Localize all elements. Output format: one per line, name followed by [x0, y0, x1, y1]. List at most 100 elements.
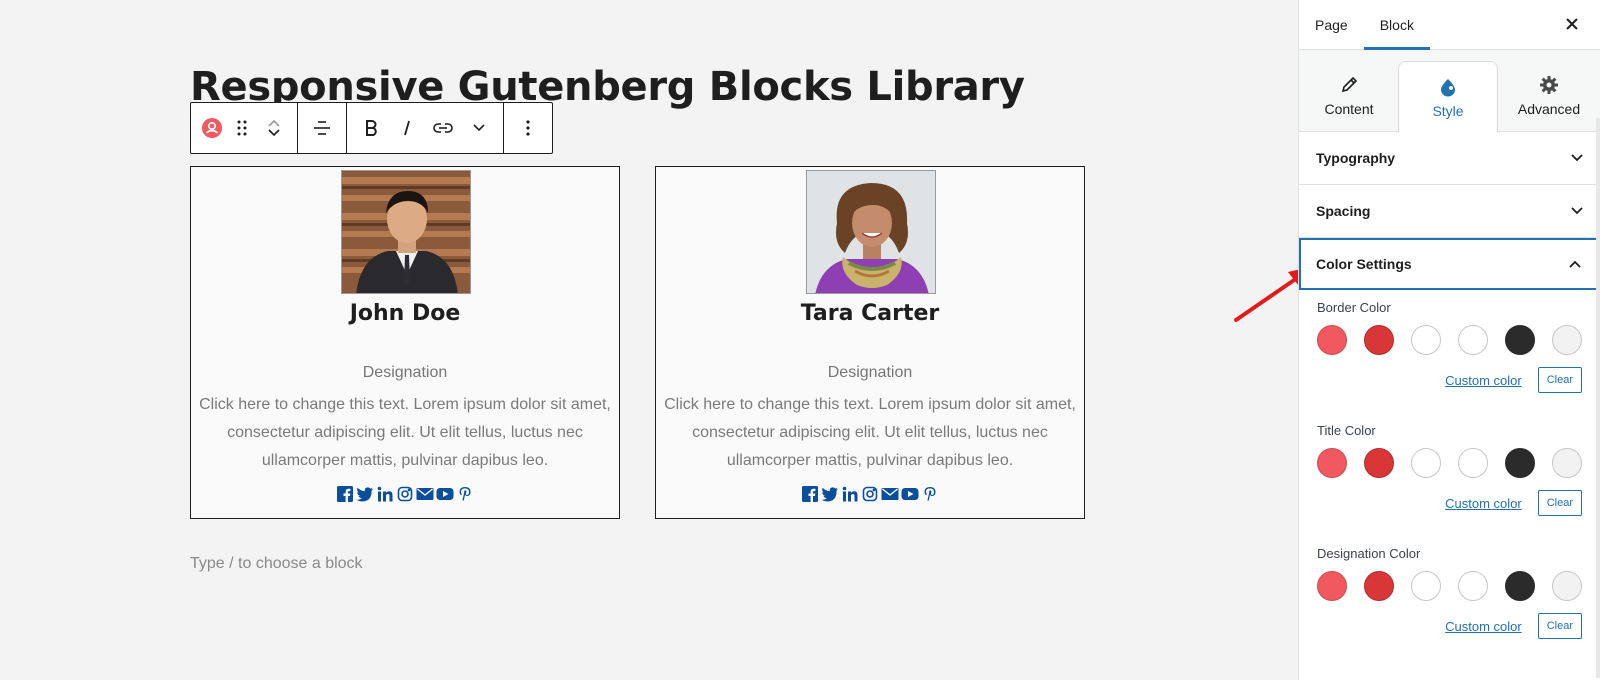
color-palette: [1317, 566, 1582, 611]
section-typography[interactable]: Typography: [1299, 132, 1600, 185]
move-down-icon[interactable]: [267, 128, 281, 138]
panel-tab-label: Content: [1324, 101, 1374, 117]
twitter-icon[interactable]: [821, 485, 839, 503]
team-member-card[interactable]: Tara Carter Designation Click here to ch…: [655, 166, 1085, 519]
avatar[interactable]: [341, 170, 471, 294]
color-swatch[interactable]: [1411, 571, 1441, 601]
color-swatch[interactable]: [1552, 448, 1582, 478]
color-swatch[interactable]: [1364, 325, 1394, 355]
youtube-icon[interactable]: [901, 485, 919, 503]
tab-page[interactable]: Page: [1299, 0, 1364, 49]
avatar[interactable]: [806, 170, 936, 294]
panel-tab-label: Advanced: [1517, 101, 1581, 117]
color-group-label: Border Color: [1317, 300, 1391, 315]
color-swatch[interactable]: [1458, 325, 1488, 355]
chevron-down-icon: [1571, 207, 1583, 215]
color-swatch[interactable]: [1505, 571, 1535, 601]
tab-block[interactable]: Block: [1363, 0, 1431, 50]
color-group-border: Border Color Custom color Clear: [1299, 290, 1600, 413]
drag-handle-icon[interactable]: [227, 108, 257, 148]
panel-tab-label: Style: [1432, 102, 1464, 119]
section-color-settings[interactable]: Color Settings: [1299, 238, 1600, 290]
color-swatch[interactable]: [1317, 571, 1347, 601]
more-options-icon[interactable]: [510, 108, 546, 148]
sidebar-tabs: Page Block: [1299, 0, 1600, 50]
color-actions: Custom color Clear: [1317, 488, 1582, 518]
social-links: [656, 485, 1084, 503]
team-member-card[interactable]: John Doe Designation Click here to chang…: [190, 166, 620, 519]
toolbar-group-align: [298, 103, 347, 153]
color-swatch[interactable]: [1458, 448, 1488, 478]
block-mover: [257, 108, 291, 148]
color-swatch[interactable]: [1317, 448, 1347, 478]
color-group-designation: Designation Color Custom color Clear: [1299, 536, 1600, 641]
color-swatch[interactable]: [1364, 448, 1394, 478]
align-icon[interactable]: [304, 108, 340, 148]
toolbar-group-options: [504, 103, 552, 153]
custom-color-link[interactable]: Custom color: [1445, 496, 1522, 511]
member-description[interactable]: Click here to change this text. Lorem ip…: [662, 391, 1078, 475]
block-type-icon[interactable]: [197, 108, 227, 148]
move-up-icon[interactable]: [267, 118, 281, 128]
block-toolbar: [190, 102, 553, 154]
color-swatch[interactable]: [1505, 448, 1535, 478]
social-links: [191, 485, 619, 503]
facebook-icon[interactable]: [336, 485, 354, 503]
more-format-chevron-icon[interactable]: [461, 108, 497, 148]
color-swatch[interactable]: [1505, 325, 1535, 355]
pinterest-icon[interactable]: [456, 485, 474, 503]
clear-button[interactable]: Clear: [1537, 367, 1582, 393]
block-appender-placeholder[interactable]: Type / to choose a block: [190, 555, 363, 573]
custom-color-link[interactable]: Custom color: [1445, 373, 1522, 388]
email-icon[interactable]: [881, 485, 899, 503]
instagram-icon[interactable]: [396, 485, 414, 503]
editor-canvas: Responsive Gutenberg Blocks Library John…: [0, 0, 1314, 680]
color-swatch[interactable]: [1364, 571, 1394, 601]
clear-button[interactable]: Clear: [1537, 490, 1582, 516]
color-swatch[interactable]: [1411, 325, 1441, 355]
style-drop-icon: [1441, 78, 1455, 96]
member-description[interactable]: Click here to change this text. Lorem ip…: [197, 391, 613, 475]
instagram-icon[interactable]: [861, 485, 879, 503]
panel-tab-style[interactable]: Style: [1398, 61, 1498, 133]
close-icon[interactable]: [1562, 14, 1582, 34]
color-swatch[interactable]: [1458, 571, 1488, 601]
member-name[interactable]: John Doe: [191, 301, 619, 326]
color-actions: Custom color Clear: [1317, 611, 1582, 641]
member-designation[interactable]: Designation: [656, 364, 1084, 382]
color-palette: [1317, 443, 1582, 488]
clear-button[interactable]: Clear: [1537, 613, 1582, 639]
section-spacing[interactable]: Spacing: [1299, 185, 1600, 238]
bold-icon[interactable]: [353, 108, 389, 148]
member-designation[interactable]: Designation: [191, 364, 619, 382]
color-actions: Custom color Clear: [1317, 365, 1582, 395]
sidebar-scrollbar[interactable]: [1596, 118, 1600, 678]
panel-tab-content[interactable]: Content: [1299, 61, 1399, 131]
section-title: Spacing: [1316, 203, 1371, 219]
panel-tab-advanced[interactable]: Advanced: [1499, 61, 1599, 131]
custom-color-link[interactable]: Custom color: [1445, 619, 1522, 634]
color-swatch[interactable]: [1317, 325, 1347, 355]
youtube-icon[interactable]: [436, 485, 454, 503]
toolbar-group-format: [347, 103, 504, 153]
linkedin-icon[interactable]: [376, 485, 394, 503]
linkedin-icon[interactable]: [841, 485, 859, 503]
chevron-down-icon: [1571, 154, 1583, 162]
gear-icon: [1540, 76, 1558, 94]
link-icon[interactable]: [425, 108, 461, 148]
twitter-icon[interactable]: [356, 485, 374, 503]
color-swatch[interactable]: [1552, 571, 1582, 601]
inspector-panel-tabs: Content Style Advanced: [1299, 50, 1600, 133]
color-swatch[interactable]: [1411, 448, 1441, 478]
color-swatch[interactable]: [1552, 325, 1582, 355]
pinterest-icon[interactable]: [921, 485, 939, 503]
italic-icon[interactable]: [389, 108, 425, 148]
email-icon[interactable]: [416, 485, 434, 503]
color-group-title: Title Color Custom color Clear: [1299, 413, 1600, 536]
color-palette: [1317, 320, 1582, 365]
section-title: Typography: [1316, 150, 1396, 166]
toolbar-group-block: [191, 103, 298, 153]
member-name[interactable]: Tara Carter: [656, 301, 1084, 326]
pencil-icon: [1341, 76, 1358, 93]
facebook-icon[interactable]: [801, 485, 819, 503]
